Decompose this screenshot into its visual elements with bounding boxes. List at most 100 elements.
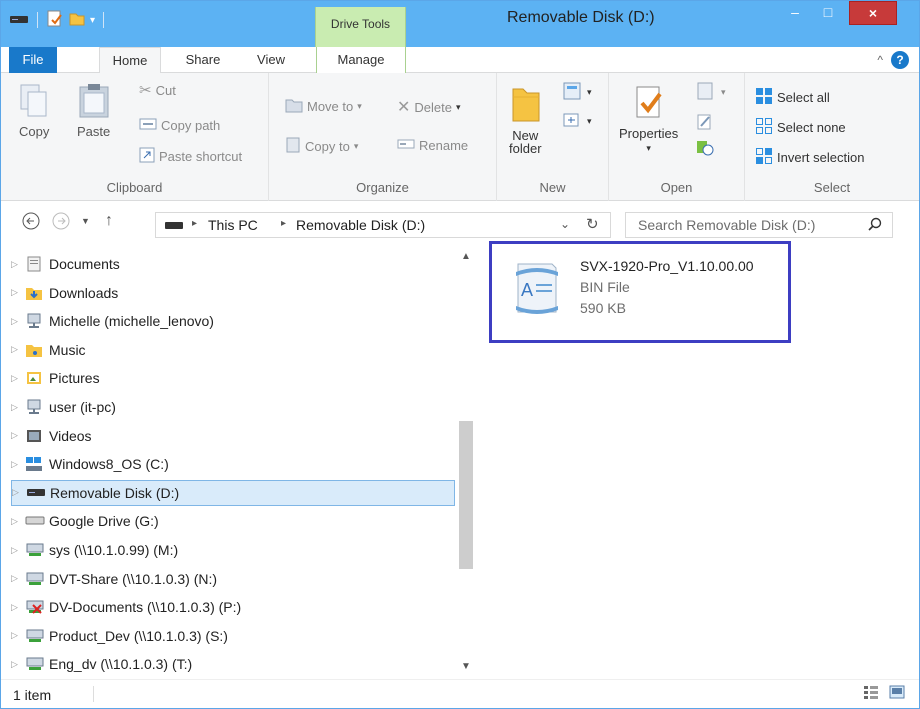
expand-chevron-icon[interactable]: ▷	[11, 259, 25, 270]
nav-item[interactable]: ▷ Windows8_OS (C:)	[11, 451, 169, 477]
nav-item[interactable]: ▷ Documents	[11, 251, 120, 277]
scroll-thumb[interactable]	[459, 421, 473, 569]
file-item[interactable]: A SVX-1920-Pro_V1.10.00.00 BIN File 590 …	[489, 241, 791, 343]
up-arrow-icon[interactable]: ↑	[105, 212, 113, 230]
nav-item-label: Eng_dv (\\10.1.0.3) (T:)	[49, 656, 193, 673]
cut-button[interactable]: ✂ Cut	[139, 81, 176, 99]
search-box[interactable]: Search Removable Disk (D:)	[625, 212, 893, 238]
scroll-up-icon[interactable]: ▲	[461, 251, 471, 262]
nav-item[interactable]: ▷ Downloads	[11, 280, 118, 306]
breadcrumb-removable-disk[interactable]: Removable Disk (D:)	[296, 217, 425, 233]
properties-qat-icon[interactable]	[46, 10, 64, 31]
select-none-button[interactable]: Select none	[755, 117, 846, 138]
refresh-icon[interactable]: ↻	[586, 215, 599, 233]
expand-chevron-icon[interactable]: ▷	[11, 344, 25, 355]
expand-chevron-icon[interactable]: ▷	[11, 573, 25, 584]
nav-item[interactable]: ▷ Videos	[11, 423, 92, 449]
paste-shortcut-button[interactable]: Paste shortcut	[139, 147, 242, 166]
address-bar[interactable]: ▸ This PC ▸ Removable Disk (D:) ⌄ ↻	[155, 212, 611, 238]
expand-chevron-icon[interactable]: ▷	[11, 402, 25, 413]
select-all-button[interactable]: Select all	[755, 87, 830, 108]
new-folder-button[interactable]: New folder	[509, 83, 542, 156]
nav-scrollbar[interactable]: ▲ ▼	[455, 247, 475, 679]
address-dropdown-icon[interactable]: ⌄	[560, 217, 570, 231]
large-icons-view-icon[interactable]	[889, 685, 905, 702]
new-item-icon	[561, 81, 583, 104]
breadcrumb-this-pc[interactable]: This PC	[208, 217, 258, 233]
nav-item[interactable]: ▷ sys (\\10.1.0.99) (M:)	[11, 537, 178, 563]
expand-chevron-icon[interactable]: ▷	[12, 487, 26, 498]
forward-button[interactable]	[51, 211, 71, 234]
nav-item[interactable]: ▷ Pictures	[11, 365, 100, 391]
title-bar: ▾ Drive Tools Removable Disk (D:) – □ ×	[1, 1, 919, 47]
tab-file[interactable]: File	[9, 47, 57, 73]
edit-button[interactable]	[695, 113, 715, 134]
nav-item[interactable]: ▷ user (it-pc)	[11, 394, 116, 420]
expand-chevron-icon[interactable]: ▷	[11, 516, 25, 527]
nav-item-label: Videos	[49, 427, 92, 444]
nav-item[interactable]: ▷ Product_Dev (\\10.1.0.3) (S:)	[11, 623, 228, 649]
help-icon[interactable]: ?	[891, 51, 909, 69]
copy-button[interactable]: Copy	[19, 83, 49, 139]
copy-path-button[interactable]: Copy path	[139, 117, 220, 134]
close-button[interactable]: ×	[849, 1, 897, 25]
rename-button[interactable]: Rename	[397, 137, 468, 154]
expand-chevron-icon[interactable]: ▷	[11, 545, 25, 556]
paste-shortcut-icon	[139, 147, 155, 166]
copy-icon	[19, 83, 49, 122]
copy-to-button[interactable]: Copy to ▾	[285, 137, 358, 156]
move-to-icon	[285, 97, 303, 116]
back-button[interactable]	[21, 211, 41, 234]
search-icon[interactable]	[868, 217, 882, 234]
expand-chevron-icon[interactable]: ▷	[11, 459, 25, 470]
organize-group-label: Organize	[356, 180, 409, 195]
delete-button[interactable]: ✕ Delete ▾	[397, 97, 461, 117]
expand-chevron-icon[interactable]: ▷	[11, 430, 25, 441]
delete-icon: ✕	[397, 99, 411, 116]
nav-item-label: Downloads	[49, 284, 119, 301]
svg-text:A: A	[521, 280, 533, 300]
properties-button[interactable]: Properties ▾	[619, 85, 678, 154]
nav-item[interactable]: ▷ Music	[11, 337, 86, 363]
recent-locations-chevron-icon[interactable]: ▼	[81, 216, 90, 226]
drive-icon[interactable]	[9, 13, 29, 28]
downloads-folder-icon	[25, 285, 43, 301]
move-to-button[interactable]: Move to ▾	[285, 97, 362, 116]
nav-item[interactable]: ▷ Google Drive (G:)	[11, 508, 159, 534]
paste-button[interactable]: Paste	[77, 83, 110, 139]
expand-chevron-icon[interactable]: ▷	[11, 630, 25, 641]
open-group-label: Open	[660, 180, 693, 195]
easy-access-icon	[561, 111, 583, 132]
expand-chevron-icon[interactable]: ▷	[11, 659, 25, 670]
nav-item[interactable]: ▷ DV-Documents (\\10.1.0.3) (P:)	[11, 594, 241, 620]
new-folder-qat-icon[interactable]	[68, 10, 86, 31]
nav-item[interactable]: ▷ Michelle (michelle_lenovo)	[11, 308, 214, 334]
tab-home[interactable]: Home	[99, 47, 161, 74]
expand-chevron-icon[interactable]: ▷	[11, 287, 25, 298]
expand-chevron-icon[interactable]: ▷	[11, 602, 25, 613]
tab-share[interactable]: Share	[173, 47, 233, 73]
details-view-icon[interactable]	[863, 685, 879, 702]
new-item-button[interactable]: ▾	[561, 81, 592, 104]
nav-item-label: Product_Dev (\\10.1.0.3) (S:)	[49, 627, 228, 644]
minimize-button[interactable]: –	[780, 1, 810, 23]
ribbon-tabs: File Home Share View Manage ^ ?	[1, 47, 919, 74]
nav-item[interactable]: ▷ DVT-Share (\\10.1.0.3) (N:)	[11, 566, 217, 592]
open-button[interactable]: ▾	[695, 81, 726, 104]
scroll-down-icon[interactable]: ▼	[461, 661, 471, 672]
explorer-window: ▾ Drive Tools Removable Disk (D:) – □ × …	[0, 0, 920, 709]
invert-selection-button[interactable]: Invert selection	[755, 147, 864, 168]
nav-item[interactable]: ▷ Eng_dv (\\10.1.0.3) (T:)	[11, 651, 192, 677]
nav-item[interactable]: ▷ Removable Disk (D:)	[11, 479, 455, 506]
easy-access-button[interactable]: ▾	[561, 111, 592, 132]
history-button[interactable]	[695, 139, 715, 160]
tab-manage[interactable]: Manage	[316, 47, 406, 73]
expand-chevron-icon[interactable]: ▷	[11, 373, 25, 384]
collapse-ribbon-icon[interactable]: ^	[877, 53, 883, 67]
maximize-button[interactable]: □	[813, 1, 843, 23]
expand-chevron-icon[interactable]: ▷	[11, 316, 25, 327]
tab-view[interactable]: View	[249, 47, 293, 73]
breadcrumb-separator-icon: ▸	[192, 218, 198, 229]
system-drive-icon	[25, 456, 43, 472]
customize-qat-icon[interactable]: ▾	[90, 15, 95, 26]
